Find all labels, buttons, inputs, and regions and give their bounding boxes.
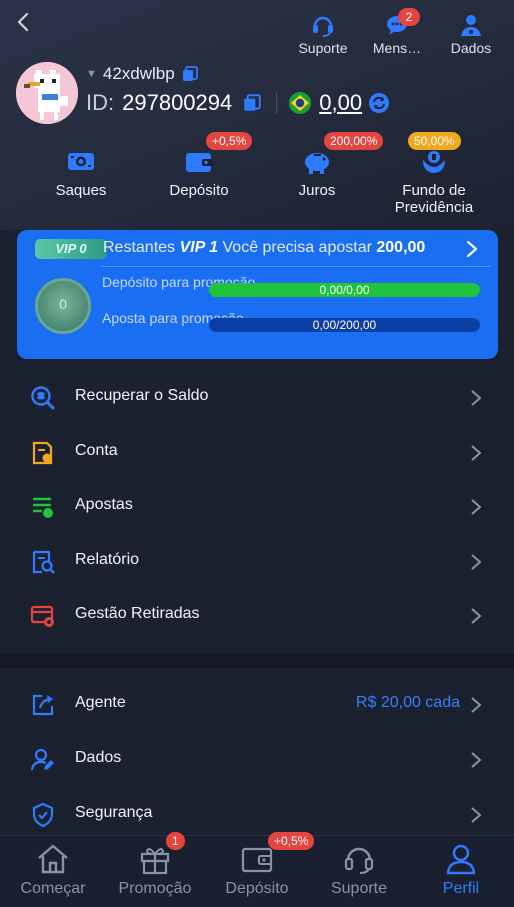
deposit-progress-text: 0,00/0,00 xyxy=(319,283,370,297)
nav-promocao[interactable]: Promoção 1 xyxy=(104,832,206,907)
shortcut-saques[interactable]: Saques xyxy=(46,140,116,199)
copy-id-icon[interactable] xyxy=(242,93,262,113)
section-divider xyxy=(0,654,514,668)
vip-medal-icon: 0 xyxy=(35,278,91,334)
deposit-badge: +0,5% xyxy=(206,132,253,150)
messages-badge: 2 xyxy=(398,8,420,26)
refresh-icon[interactable] xyxy=(368,92,390,114)
nav-comecar[interactable]: Começar xyxy=(2,836,104,907)
chevron-right-icon xyxy=(471,390,482,406)
header-actions: Suporte Mens… 2 Dados xyxy=(288,8,506,56)
shortcut-deposito[interactable]: Depósito +0,5% xyxy=(158,132,253,199)
shortcut-fundo[interactable]: Fundo de Previdência 50,00% xyxy=(386,132,482,216)
chevron-right-icon xyxy=(471,807,482,823)
chevron-right-icon[interactable] xyxy=(464,240,480,258)
copy-icon[interactable] xyxy=(181,65,199,83)
nav-perfil[interactable]: Perfil xyxy=(410,836,512,907)
avatar[interactable] xyxy=(16,62,78,124)
balance[interactable]: 0,00 xyxy=(319,90,362,116)
chevron-right-icon xyxy=(471,554,482,570)
agent-share-icon xyxy=(32,694,54,716)
fundo-badge: 50,00% xyxy=(408,132,461,150)
id-label: ID: xyxy=(86,90,115,115)
vip-level-badge: VIP 0 xyxy=(35,239,107,259)
username: 42xdwlbp xyxy=(102,64,175,83)
llama-avatar-icon xyxy=(16,62,78,124)
menu-item-gestao-retiradas[interactable]: Gestão Retiradas xyxy=(0,588,514,642)
chevron-right-icon xyxy=(471,445,482,461)
id-balance-row: ID: 297800294 0,00 xyxy=(86,90,390,116)
bets-icon xyxy=(33,497,53,518)
divider xyxy=(101,266,491,267)
divider xyxy=(276,92,278,114)
recover-balance-icon xyxy=(31,386,55,410)
user-data-icon xyxy=(461,15,481,36)
promo-badge: 1 xyxy=(166,832,185,850)
nav-suporte[interactable]: Suporte xyxy=(308,836,410,907)
nav-deposito[interactable]: Depósito +0,5% xyxy=(206,832,315,907)
chevron-right-icon xyxy=(471,697,482,713)
messages-button[interactable]: Mens… 2 xyxy=(362,8,432,56)
shortcut-row: Saques Depósito +0,5% Juros 200,00% Fund… xyxy=(0,132,514,220)
chevron-right-icon xyxy=(471,608,482,624)
headset-icon xyxy=(313,16,333,37)
report-icon xyxy=(32,550,55,574)
vip-card[interactable]: VIP 0 Restantes VIP 1 Você precisa apost… xyxy=(17,230,498,359)
menu-item-conta[interactable]: Conta xyxy=(0,425,514,479)
withdraw-manage-icon xyxy=(30,605,54,627)
menu-item-apostas[interactable]: Apostas xyxy=(0,479,514,533)
profile-icon xyxy=(446,844,476,875)
vip-headline: Restantes VIP 1 Você precisa apostar 200… xyxy=(103,239,426,256)
bet-progress-bar: 0,00/200,00 xyxy=(209,318,480,332)
headset-icon xyxy=(344,847,374,874)
username-row: ▼ 42xdwlbp xyxy=(86,64,199,84)
menu-item-relatorio[interactable]: Relatório xyxy=(0,534,514,588)
withdraw-icon xyxy=(68,153,94,170)
deposit-progress-bar: 0,00/0,00 xyxy=(209,283,480,297)
menu-item-agente[interactable]: Agente R$ 20,00 cada xyxy=(0,677,514,731)
chevron-right-icon xyxy=(471,752,482,768)
agent-reward: R$ 20,00 cada xyxy=(355,694,460,711)
home-icon xyxy=(38,844,68,874)
chevron-right-icon xyxy=(471,499,482,515)
menu-item-seguranca[interactable]: Segurança xyxy=(0,787,514,841)
back-arrow-icon[interactable] xyxy=(12,10,36,34)
shortcut-juros[interactable]: Juros 200,00% xyxy=(280,132,384,199)
support-button[interactable]: Suporte xyxy=(288,8,358,56)
data-button[interactable]: Dados xyxy=(436,8,506,56)
bottom-nav: Começar Promoção 1 Depósito +0,5% Suport… xyxy=(0,832,514,907)
account-icon xyxy=(32,441,53,465)
caret-down-icon[interactable]: ▼ xyxy=(86,68,97,80)
bet-progress-text: 0,00/200,00 xyxy=(312,318,377,332)
juros-badge: 200,00% xyxy=(324,132,384,150)
brazil-flag-icon xyxy=(289,92,312,114)
user-edit-icon xyxy=(30,748,54,771)
menu-item-recuperar-saldo[interactable]: Recuperar o Saldo xyxy=(0,370,514,424)
menu-item-dados[interactable]: Dados xyxy=(0,732,514,786)
user-id: 297800294 xyxy=(122,90,233,115)
shield-icon xyxy=(32,802,54,828)
